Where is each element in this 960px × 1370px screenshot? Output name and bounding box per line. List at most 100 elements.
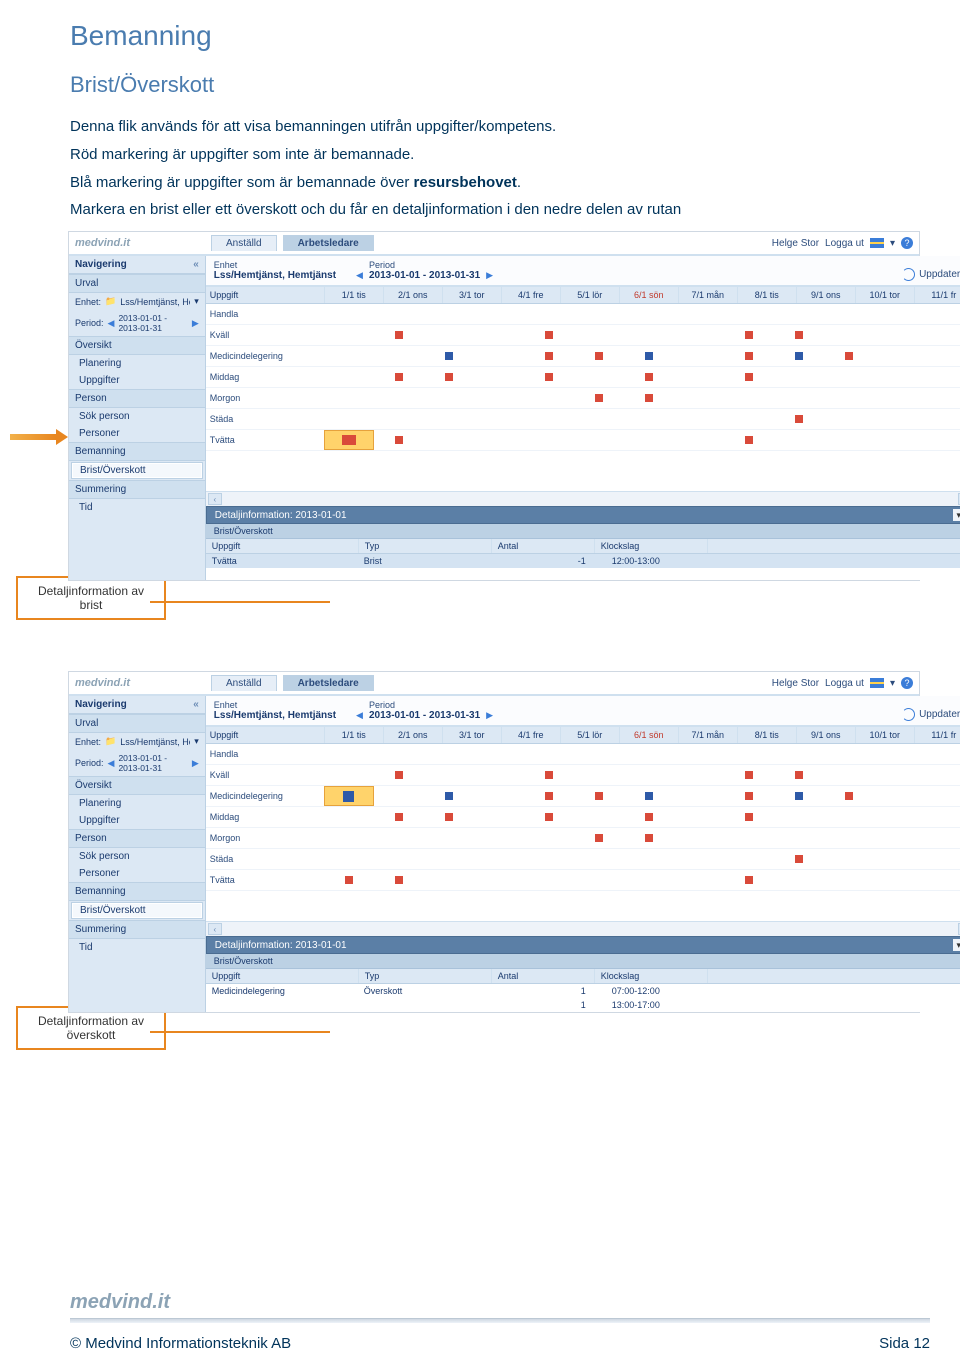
col-uppgift[interactable]: Uppgift (206, 287, 325, 303)
blue-marker[interactable] (445, 352, 453, 360)
col-typ[interactable]: Typ (359, 969, 492, 983)
col-day[interactable]: 2/1 ons (384, 287, 443, 303)
col-antal[interactable]: Antal (492, 969, 595, 983)
period-field[interactable]: Period:◀2013-01-01 - 2013-01-31▶ (69, 750, 205, 776)
collapse-icon[interactable]: « (193, 699, 199, 710)
sidebar-item-uppgifter[interactable]: Uppgifter (69, 812, 205, 829)
col-day[interactable]: 3/1 tor (443, 727, 502, 743)
blue-marker[interactable] (645, 352, 653, 360)
col-day[interactable]: 11/1 fr (915, 727, 960, 743)
next-icon[interactable]: ▶ (192, 758, 199, 769)
section-oversikt[interactable]: Översikt (69, 776, 205, 795)
section-summering[interactable]: Summering (69, 920, 205, 939)
section-urval[interactable]: Urval (69, 714, 205, 733)
tab-anstalld[interactable]: Anställd (211, 675, 277, 691)
sidebar-item-sokperson[interactable]: Sök person (69, 408, 205, 425)
next-icon[interactable]: ▶ (192, 318, 199, 329)
col-day[interactable]: 7/1 mån (679, 727, 738, 743)
red-marker[interactable] (545, 373, 553, 381)
col-day[interactable]: 6/1 sön (620, 287, 679, 303)
red-marker[interactable] (395, 771, 403, 779)
col-day[interactable]: 8/1 tis (738, 727, 797, 743)
sidebar-item-tid[interactable]: Tid (69, 499, 205, 516)
col-day[interactable]: 4/1 fre (502, 727, 561, 743)
red-marker[interactable] (545, 771, 553, 779)
sidebar-item-sokperson[interactable]: Sök person (69, 848, 205, 865)
blue-marker[interactable] (795, 792, 803, 800)
col-uppgift[interactable]: Uppgift (206, 969, 359, 983)
prev-icon[interactable]: ◀ (108, 758, 115, 769)
col-day[interactable]: 9/1 ons (797, 287, 856, 303)
next-period-icon[interactable]: ▶ (486, 270, 493, 281)
enhet-field[interactable]: Enhet:📁Lss/Hemtjänst, Hemtjänst▾ (69, 733, 205, 750)
tab-arbetsledare[interactable]: Arbetsledare (283, 675, 374, 691)
red-marker[interactable] (745, 771, 753, 779)
sidebar-item-planering[interactable]: Planering (69, 355, 205, 372)
detail-row[interactable]: Tvätta Brist -1 12:00-13:00 (206, 554, 960, 568)
sidebar-item-bristoverskott[interactable]: Brist/Överskott (71, 462, 203, 479)
red-marker[interactable] (345, 876, 353, 884)
red-marker[interactable] (395, 373, 403, 381)
col-day[interactable]: 5/1 lör (561, 287, 620, 303)
prev-icon[interactable]: ◀ (108, 318, 115, 329)
logout-link[interactable]: Logga ut (825, 238, 864, 249)
red-marker[interactable] (645, 834, 653, 842)
red-marker[interactable] (745, 792, 753, 800)
flag-icon[interactable] (870, 678, 884, 688)
next-period-icon[interactable]: ▶ (486, 710, 493, 721)
sidebar-item-planering[interactable]: Planering (69, 795, 205, 812)
col-antal[interactable]: Antal (492, 539, 595, 553)
red-marker[interactable] (745, 813, 753, 821)
sidebar-item-tid[interactable]: Tid (69, 939, 205, 956)
refresh-button[interactable]: Uppdatera (902, 708, 960, 721)
detail-row[interactable]: 1 13:00-17:00 (206, 998, 960, 1012)
section-bemanning[interactable]: Bemanning (69, 882, 205, 901)
scrollbar[interactable]: ‹› (206, 491, 960, 506)
col-day[interactable]: 10/1 tor (856, 287, 915, 303)
col-day[interactable]: 1/1 tis (325, 287, 384, 303)
chevron-down-icon[interactable]: ▾ (194, 296, 199, 307)
chevron-down-icon[interactable]: ▾ (194, 736, 199, 747)
col-day[interactable]: 9/1 ons (797, 727, 856, 743)
col-day[interactable]: 11/1 fr (915, 287, 960, 303)
red-marker[interactable] (545, 792, 553, 800)
red-marker[interactable] (795, 855, 803, 863)
scroll-left-icon[interactable]: ‹ (208, 923, 222, 935)
section-person[interactable]: Person (69, 829, 205, 848)
red-marker[interactable] (395, 813, 403, 821)
red-marker[interactable] (595, 394, 603, 402)
red-marker[interactable] (795, 415, 803, 423)
period-field[interactable]: Period:◀2013-01-01 - 2013-01-31▶ (69, 310, 205, 336)
red-marker[interactable] (595, 352, 603, 360)
col-day[interactable]: 10/1 tor (856, 727, 915, 743)
section-summering[interactable]: Summering (69, 480, 205, 499)
tab-anstalld[interactable]: Anställd (211, 235, 277, 251)
red-marker[interactable] (545, 813, 553, 821)
red-marker[interactable] (645, 813, 653, 821)
blue-marker[interactable] (645, 792, 653, 800)
red-marker[interactable] (845, 792, 853, 800)
close-icon[interactable]: ▾ (953, 509, 960, 521)
col-uppgift[interactable]: Uppgift (206, 727, 325, 743)
red-marker[interactable] (395, 436, 403, 444)
col-day[interactable]: 2/1 ons (384, 727, 443, 743)
section-urval[interactable]: Urval (69, 274, 205, 293)
col-day[interactable]: 7/1 mån (679, 287, 738, 303)
detail-row[interactable]: Medicindelegering Överskott 1 07:00-12:0… (206, 984, 960, 998)
help-icon[interactable]: ? (901, 677, 913, 689)
scrollbar[interactable]: ‹› (206, 921, 960, 936)
help-icon[interactable]: ? (901, 237, 913, 249)
close-icon[interactable]: ▾ (953, 939, 960, 951)
prev-period-icon[interactable]: ◀ (356, 270, 363, 281)
logout-link[interactable]: Logga ut (825, 678, 864, 689)
col-day[interactable]: 6/1 sön (620, 727, 679, 743)
red-marker[interactable] (595, 792, 603, 800)
scroll-left-icon[interactable]: ‹ (208, 493, 222, 505)
red-marker[interactable] (745, 331, 753, 339)
col-klockslag[interactable]: Klockslag (595, 539, 708, 553)
section-bemanning[interactable]: Bemanning (69, 442, 205, 461)
col-klockslag[interactable]: Klockslag (595, 969, 708, 983)
refresh-button[interactable]: Uppdatera (902, 268, 960, 281)
flag-icon[interactable] (870, 238, 884, 248)
red-marker[interactable] (745, 373, 753, 381)
